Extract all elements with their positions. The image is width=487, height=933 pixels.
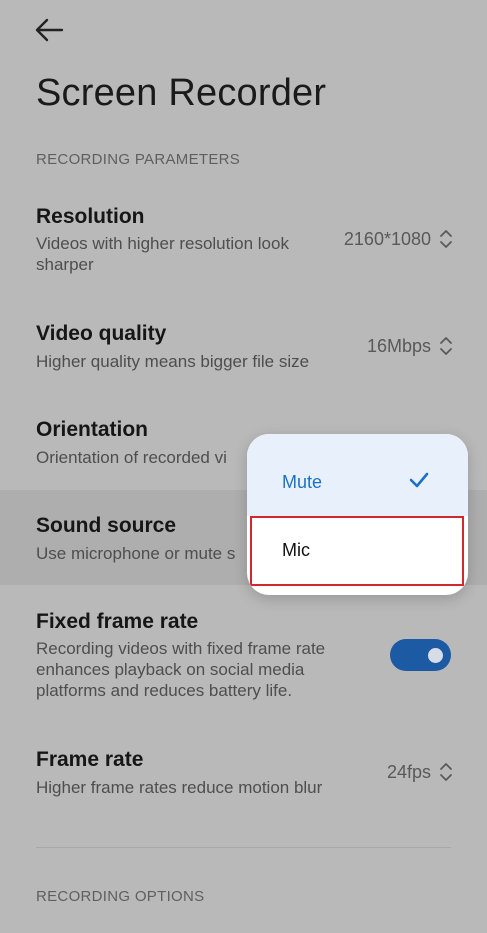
setting-subtitle: Higher frame rates reduce motion blur	[36, 778, 323, 797]
setting-subtitle: Recording videos with fixed frame rate e…	[36, 639, 326, 700]
setting-title: Orientation	[36, 418, 149, 441]
setting-frame-rate[interactable]: Frame rate Higher frame rates reduce mot…	[0, 748, 487, 803]
setting-value: 2160*1080	[343, 229, 431, 249]
divider	[36, 847, 451, 848]
setting-video-quality[interactable]: Video quality Higher quality means bigge…	[0, 322, 487, 377]
option-mute[interactable]: Mute	[247, 434, 468, 516]
chevron-up-down-icon	[440, 230, 452, 248]
option-label: Mic	[282, 540, 310, 560]
option-label: Mute	[282, 472, 323, 492]
setting-value: 24fps	[386, 762, 431, 782]
sound-source-popup: Mute Mic	[247, 434, 468, 595]
setting-title: Resolution	[36, 205, 145, 228]
setting-subtitle: Higher quality means bigger file size	[36, 352, 310, 371]
fixed-frame-rate-toggle[interactable]	[390, 639, 451, 671]
setting-subtitle: Use microphone or mute s	[36, 544, 236, 563]
setting-title: Fixed frame rate	[36, 610, 199, 633]
setting-title: Sound source	[36, 514, 177, 537]
section-header-recording-parameters: RECORDING PARAMETERS	[36, 151, 241, 168]
check-icon	[409, 472, 429, 488]
setting-title: Frame rate	[36, 748, 144, 771]
setting-subtitle: Orientation of recorded vi	[36, 448, 227, 467]
chevron-up-down-icon	[440, 337, 452, 355]
section-header-recording-options: RECORDING OPTIONS	[36, 888, 205, 905]
setting-subtitle: Videos with higher resolution look sharp…	[36, 234, 289, 274]
back-arrow-icon[interactable]	[32, 14, 66, 46]
toggle-knob	[428, 648, 443, 663]
setting-title: Video quality	[36, 322, 167, 345]
page-title: Screen Recorder	[36, 72, 327, 114]
setting-value: 16Mbps	[366, 336, 431, 356]
chevron-up-down-icon	[440, 763, 452, 781]
setting-resolution[interactable]: Resolution Videos with higher resolution…	[0, 205, 487, 280]
option-mic[interactable]: Mic	[250, 516, 464, 586]
